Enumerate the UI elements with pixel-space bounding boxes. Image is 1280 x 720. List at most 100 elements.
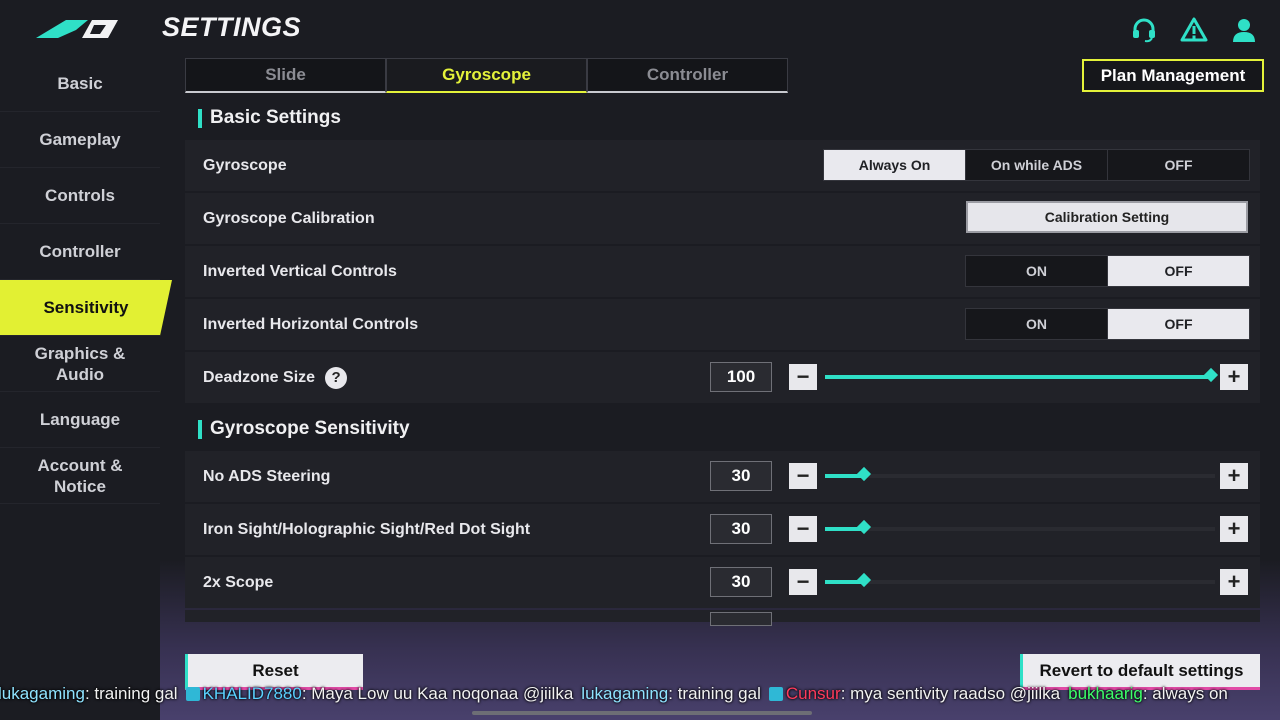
warning-icon[interactable] xyxy=(1180,16,1208,44)
slider-handle[interactable] xyxy=(856,466,872,482)
sidebar-item-label: Controls xyxy=(45,186,115,205)
chat-text: : Maya Low uu Kaa noqonaa @jiilka xyxy=(301,684,574,703)
setting-label: Gyroscope xyxy=(203,156,287,174)
option-off[interactable]: OFF xyxy=(1107,308,1250,340)
chat-username: bukhaarig xyxy=(1068,684,1143,703)
slider-track[interactable] xyxy=(825,519,1215,535)
chat-message: lukagaming: training gal xyxy=(581,684,761,703)
chat-text: : training gal xyxy=(84,684,178,703)
sidebar-item-graphics-audio[interactable]: Graphics & Audio xyxy=(0,336,160,392)
chat-username: lukagaming xyxy=(581,684,669,703)
setting-label: 2x Scope xyxy=(203,573,274,591)
option-off[interactable]: OFF xyxy=(1107,255,1250,287)
calibration-setting-button[interactable]: Calibration Setting xyxy=(966,201,1248,233)
chat-ticker: lukagaming: training gal KHALID7880: Maya… xyxy=(0,684,1280,708)
plus-button[interactable]: + xyxy=(1220,569,1248,595)
inverted-horizontal-toggle: ON OFF xyxy=(965,308,1250,340)
sidebar-item-sensitivity[interactable]: Sensitivity xyxy=(0,280,172,336)
tab-gyroscope[interactable]: Gyroscope xyxy=(386,58,587,93)
setting-row-deadzone: Deadzone Size ? 100 − + xyxy=(185,352,1260,403)
slider-track[interactable] xyxy=(825,572,1215,588)
sidebar-item-gameplay[interactable]: Gameplay xyxy=(0,112,160,168)
gyroscope-mode-selector: Always On On while ADS OFF xyxy=(823,149,1250,181)
section-heading-gyro-sensitivity: Gyroscope Sensitivity xyxy=(185,407,1260,451)
chat-username: Cunsur xyxy=(785,684,841,703)
minus-button[interactable]: − xyxy=(789,569,817,595)
setting-label: Deadzone Size xyxy=(203,368,316,386)
setting-label: Iron Sight/Holographic Sight/Red Dot Sig… xyxy=(203,520,531,538)
setting-label: Inverted Horizontal Controls xyxy=(203,315,419,333)
sidebar-item-label: Basic xyxy=(57,74,103,93)
setting-label: Inverted Vertical Controls xyxy=(203,262,397,280)
profile-icon[interactable] xyxy=(1230,16,1258,44)
setting-row-inverted-vertical: Inverted Vertical Controls ON OFF xyxy=(185,246,1260,297)
setting-row-no-ads-steering: No ADS Steering 30 − + xyxy=(185,451,1260,502)
minus-button[interactable]: − xyxy=(789,463,817,489)
sidebar-item-label: Account & Notice xyxy=(37,455,123,496)
top-icon-bar xyxy=(1130,16,1258,44)
option-on[interactable]: ON xyxy=(965,308,1108,340)
settings-content: Basic Settings Gyroscope Always On On wh… xyxy=(185,96,1260,628)
setting-label: Gyroscope Calibration xyxy=(203,209,375,227)
sidebar-item-account-notice[interactable]: Account & Notice xyxy=(0,448,160,504)
tab-slide[interactable]: Slide xyxy=(185,58,386,93)
game-logo xyxy=(36,20,118,38)
sidebar-item-controls[interactable]: Controls xyxy=(0,168,160,224)
option-on-while-ads[interactable]: On while ADS xyxy=(965,149,1108,181)
plus-button[interactable]: + xyxy=(1220,463,1248,489)
option-off[interactable]: OFF xyxy=(1107,149,1250,181)
slider-track[interactable] xyxy=(825,367,1219,383)
chat-text: : training gal xyxy=(668,684,761,703)
chat-message: KHALID7880: Maya Low uu Kaa noqonaa @jii… xyxy=(185,684,574,703)
chat-message: Cunsur: mya sentivity raadso @jiilka xyxy=(768,684,1061,703)
plan-management-button[interactable]: Plan Management xyxy=(1082,59,1264,92)
settings-sidebar: Basic Gameplay Controls Controller Sensi… xyxy=(0,56,172,504)
chat-text: : mya sentivity raadso @jiilka xyxy=(840,684,1061,703)
chat-username: KHALID7880 xyxy=(202,684,302,703)
sidebar-item-label: Sensitivity xyxy=(43,298,129,317)
setting-row-calibration: Gyroscope Calibration Calibration Settin… xyxy=(185,193,1260,244)
tab-controller[interactable]: Controller xyxy=(587,58,788,93)
sub-tab-bar: Slide Gyroscope Controller xyxy=(185,58,788,93)
value-box[interactable] xyxy=(710,612,772,626)
minus-button[interactable]: − xyxy=(789,364,817,390)
slider-handle[interactable] xyxy=(1204,367,1219,383)
minus-button[interactable]: − xyxy=(789,516,817,542)
sidebar-item-controller[interactable]: Controller xyxy=(0,224,160,280)
option-always-on[interactable]: Always On xyxy=(823,149,966,181)
headset-icon[interactable] xyxy=(1130,16,1158,44)
inverted-vertical-toggle: ON OFF xyxy=(965,255,1250,287)
chat-username: lukagaming xyxy=(0,684,85,703)
slider-handle[interactable] xyxy=(856,519,872,535)
sidebar-item-label: Language xyxy=(39,410,121,429)
help-icon[interactable]: ? xyxy=(325,366,348,389)
page-title: SETTINGS xyxy=(162,12,302,42)
plus-button[interactable]: + xyxy=(1220,364,1248,390)
value-box[interactable]: 100 xyxy=(710,362,772,392)
option-on[interactable]: ON xyxy=(965,255,1108,287)
sidebar-item-language[interactable]: Language xyxy=(0,392,160,448)
setting-row-iron-sight: Iron Sight/Holographic Sight/Red Dot Sig… xyxy=(185,504,1260,555)
sidebar-item-label: Controller xyxy=(39,242,121,261)
scrollbar[interactable] xyxy=(472,711,812,715)
sidebar-item-label: Graphics & Audio xyxy=(34,343,126,384)
sidebar-item-basic[interactable]: Basic xyxy=(0,56,160,112)
plus-button[interactable]: + xyxy=(1220,516,1248,542)
chat-message: lukagaming: training gal xyxy=(0,684,178,703)
chat-badge-icon xyxy=(185,687,200,701)
setting-row-gyroscope: Gyroscope Always On On while ADS OFF xyxy=(185,140,1260,191)
value-box[interactable]: 30 xyxy=(710,567,772,597)
setting-row-2x-scope: 2x Scope 30 − + xyxy=(185,557,1260,608)
sidebar-item-label: Gameplay xyxy=(39,130,121,149)
chat-message: bukhaarig: always on xyxy=(1068,684,1228,703)
value-box[interactable]: 30 xyxy=(710,461,772,491)
slider-handle[interactable] xyxy=(856,572,872,588)
slider-fill xyxy=(825,375,1212,379)
value-box[interactable]: 30 xyxy=(710,514,772,544)
chat-text: : always on xyxy=(1142,684,1228,703)
setting-label: No ADS Steering xyxy=(203,467,331,485)
setting-row-partial xyxy=(185,610,1260,626)
setting-row-inverted-horizontal: Inverted Horizontal Controls ON OFF xyxy=(185,299,1260,350)
slider-track[interactable] xyxy=(825,466,1215,482)
chat-badge-icon xyxy=(768,687,783,701)
